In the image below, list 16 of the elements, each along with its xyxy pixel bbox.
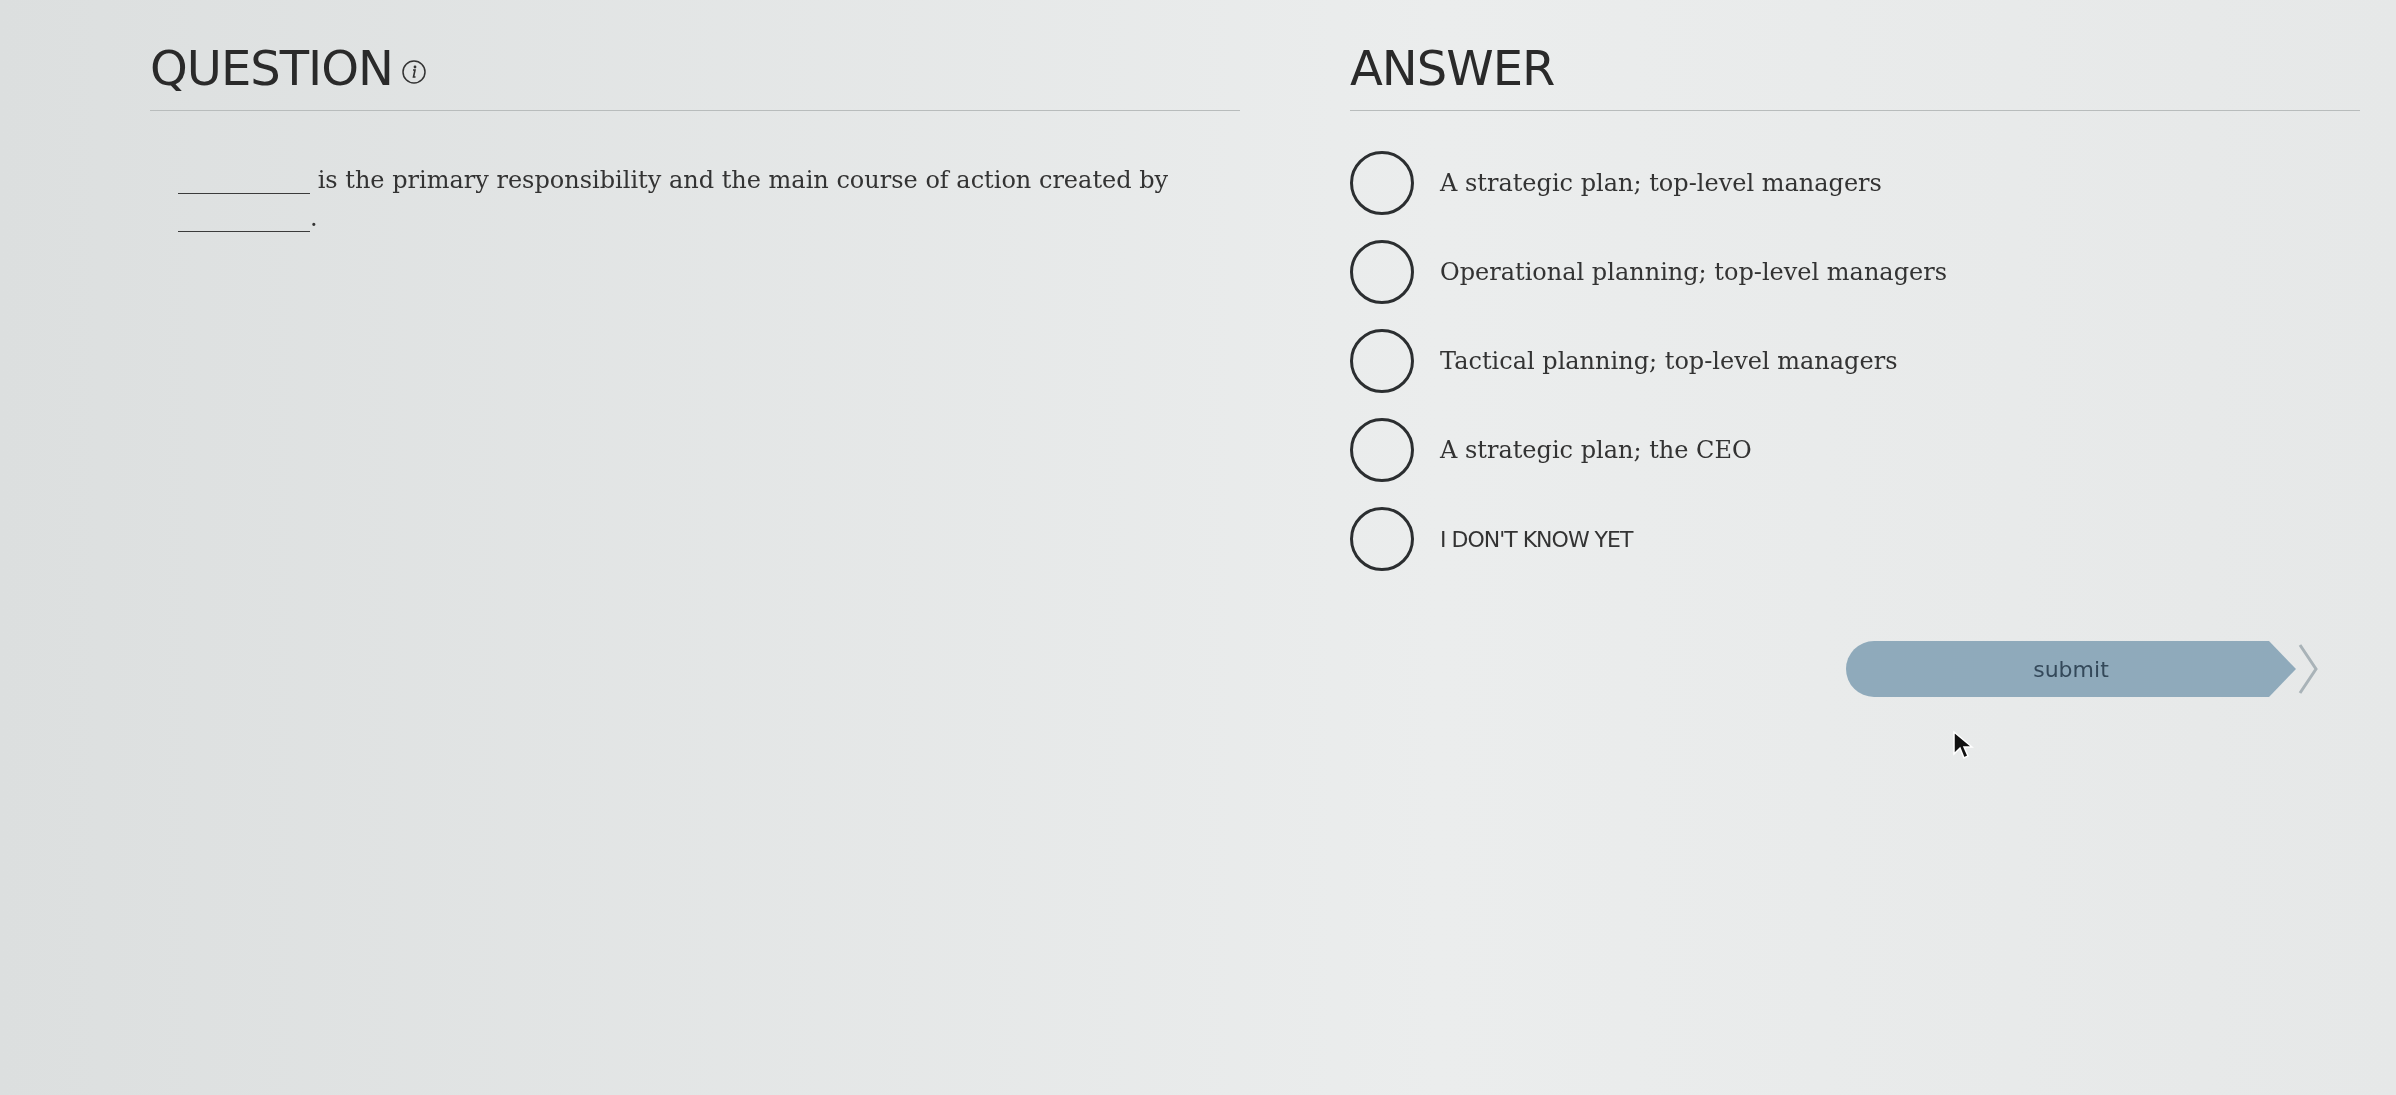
info-icon[interactable] bbox=[400, 59, 427, 85]
answer-option[interactable]: I DON'T KNOW YET bbox=[1440, 526, 1633, 552]
answer-option[interactable]: Tactical planning; top-level managers bbox=[1440, 347, 1898, 375]
question-text: ___________ is the primary responsibility and the main course of action created by ___________. bbox=[178, 165, 1170, 235]
answer-option[interactable]: A strategic plan; top-level managers bbox=[1440, 169, 1882, 197]
question-heading: QUESTION bbox=[150, 40, 393, 96]
submit-button[interactable]: submit bbox=[1846, 641, 2296, 697]
radio-button[interactable] bbox=[1350, 329, 1414, 393]
answer-option[interactable]: A strategic plan; the CEO bbox=[1440, 436, 1752, 464]
answer-heading: ANSWER bbox=[1350, 40, 1555, 96]
answer-option[interactable]: Operational planning; top-level managers bbox=[1440, 258, 1948, 286]
radio-button[interactable] bbox=[1350, 507, 1414, 571]
radio-button[interactable] bbox=[1350, 240, 1414, 304]
mouse-cursor-icon bbox=[1952, 730, 1974, 760]
radio-button[interactable] bbox=[1350, 151, 1414, 215]
radio-button[interactable] bbox=[1350, 418, 1414, 482]
